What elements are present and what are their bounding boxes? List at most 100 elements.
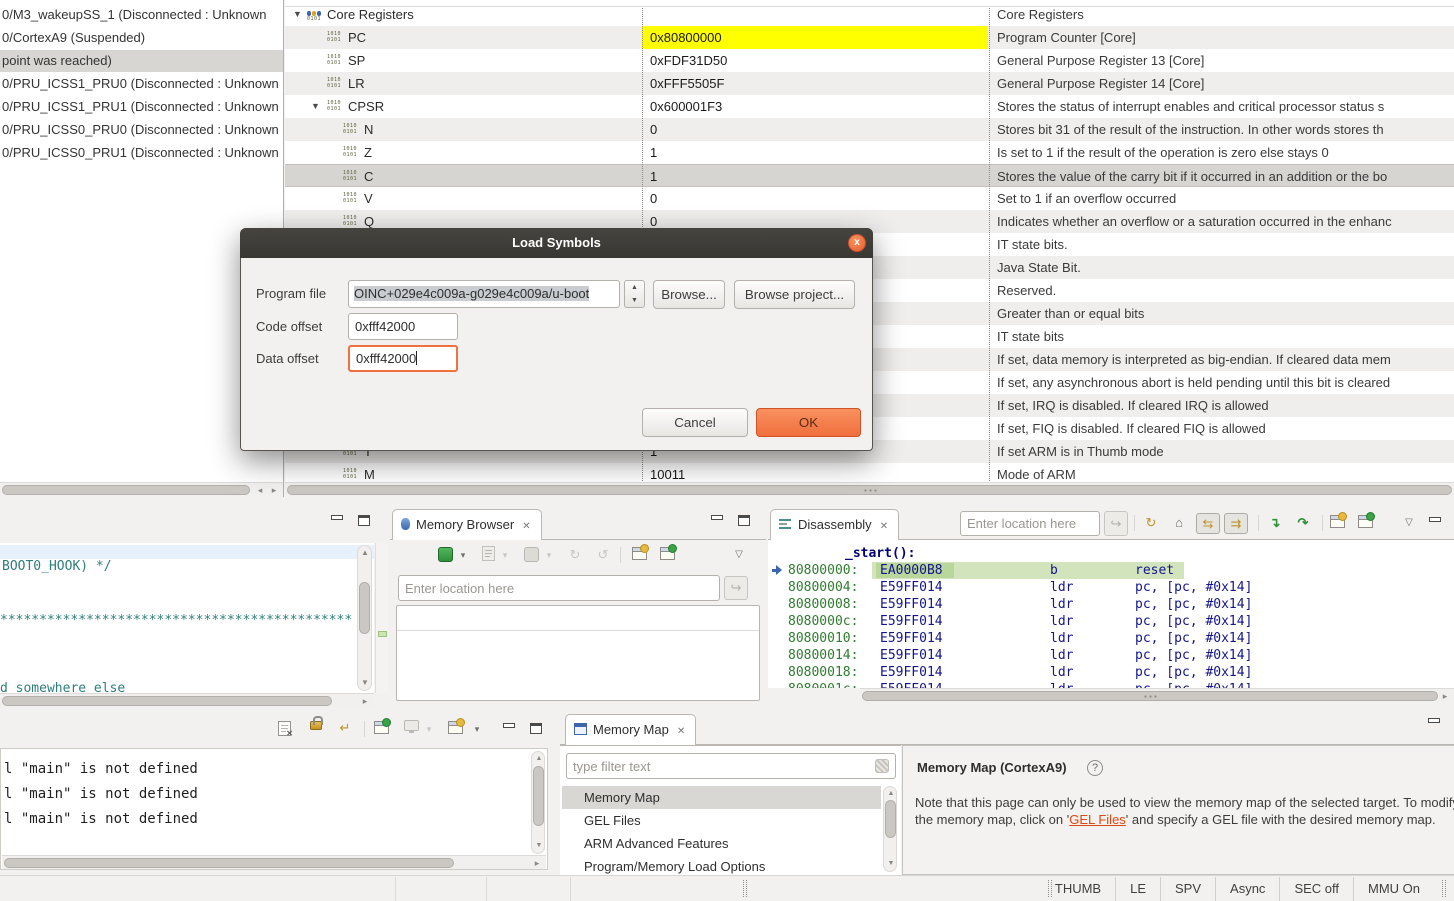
- maximize-icon[interactable]: [358, 515, 370, 526]
- debug-target-row[interactable]: 0/PRU_ICSS0_PRU1 (Disconnected : Unknown: [0, 142, 283, 164]
- close-tab-icon[interactable]: ✕: [880, 521, 888, 532]
- scroll-thumb[interactable]: [533, 766, 544, 826]
- register-row-c[interactable]: 10100101C1Stores the value of the carry …: [285, 164, 1454, 187]
- scroll-thumb[interactable]: [4, 858, 454, 868]
- scroll-lock-icon[interactable]: [310, 721, 322, 730]
- debug-target-row[interactable]: point was reached): [0, 50, 283, 72]
- debug-target-row[interactable]: 0/PRU_ICSS1_PRU1 (Disconnected : Unknown: [0, 96, 283, 118]
- expand-triangle-icon[interactable]: ▼: [311, 95, 320, 118]
- register-row-v[interactable]: 10100101V0Set to 1 if an overflow occurr…: [285, 187, 1454, 210]
- home-icon[interactable]: [1170, 514, 1188, 532]
- minimize-icon[interactable]: [710, 515, 723, 526]
- console-output[interactable]: l "main" is not definedl "main" is not d…: [0, 748, 548, 870]
- browse-button[interactable]: Browse...: [653, 280, 725, 309]
- filter-input[interactable]: [566, 753, 896, 779]
- scroll-thumb[interactable]: [862, 691, 1438, 701]
- scroll-thumb[interactable]: [885, 800, 896, 838]
- disassembly-row[interactable]: 8080001c:E59FF014ldrpc, [pc, #0x14]: [768, 681, 1454, 688]
- scroll-thumb[interactable]: [359, 582, 370, 634]
- register-row-z[interactable]: 10100101Z1Is set to 1 if the result of t…: [285, 141, 1454, 164]
- close-dialog-icon[interactable]: x: [848, 234, 866, 252]
- debug-panel-hscrollbar[interactable]: [0, 482, 283, 497]
- follow-pc-toggle-icon[interactable]: [1224, 513, 1248, 534]
- view-menu-icon[interactable]: [1400, 514, 1418, 532]
- debug-target-row[interactable]: 0/CortexA9 (Suspended): [0, 27, 283, 49]
- scroll-thumb[interactable]: [287, 485, 1452, 495]
- new-tab-icon[interactable]: [632, 547, 647, 560]
- maximize-icon[interactable]: [530, 723, 542, 734]
- location-input[interactable]: [398, 575, 720, 601]
- memory-map-section-arm-advanced-features[interactable]: ARM Advanced Features: [562, 832, 881, 855]
- minimize-icon[interactable]: [1428, 517, 1441, 528]
- statusbar-drag-handle[interactable]: [743, 880, 747, 897]
- pin-view-icon[interactable]: [660, 547, 675, 560]
- editor-hscrollbar[interactable]: [0, 693, 374, 707]
- load-memory-dropdown-icon[interactable]: [458, 546, 468, 564]
- memory-map-section-gel-files[interactable]: GEL Files: [562, 809, 881, 832]
- code-offset-input[interactable]: [348, 313, 458, 340]
- debug-target-row[interactable]: 0/PRU_ICSS0_PRU0 (Disconnected : Unknown: [0, 119, 283, 141]
- ok-button[interactable]: OK: [756, 408, 861, 437]
- memory-map-section-memory-map[interactable]: Memory Map: [562, 786, 881, 809]
- scroll-thumb[interactable]: [2, 696, 332, 706]
- step-return-icon[interactable]: [1294, 514, 1312, 532]
- scroll-right-arrow-icon[interactable]: [1438, 689, 1452, 703]
- scroll-right-arrow-icon[interactable]: [267, 483, 281, 497]
- help-icon[interactable]: ?: [1087, 760, 1103, 776]
- scroll-right-arrow-icon[interactable]: [530, 856, 544, 870]
- load-memory-icon[interactable]: [438, 547, 453, 562]
- disassembly-row[interactable]: 80800018:E59FF014ldrpc, [pc, #0x14]: [768, 664, 1454, 681]
- close-tab-icon[interactable]: ✕: [522, 521, 530, 532]
- sync-with-pc-toggle-icon[interactable]: [1196, 513, 1220, 534]
- registers-hscrollbar[interactable]: [285, 482, 1454, 497]
- word-wrap-icon[interactable]: [336, 719, 354, 737]
- close-tab-icon[interactable]: ✕: [677, 726, 685, 737]
- step-into-icon[interactable]: [1266, 514, 1284, 532]
- minimize-icon[interactable]: [1427, 718, 1440, 729]
- scroll-right-arrow-icon[interactable]: [358, 694, 372, 708]
- view-menu-icon[interactable]: [730, 546, 748, 564]
- pin-console-icon[interactable]: [374, 721, 389, 734]
- clear-filter-icon[interactable]: [875, 759, 889, 773]
- debug-target-row[interactable]: 0/M3_wakeupSS_1 (Disconnected : Unknown: [0, 4, 283, 26]
- disassembly-row[interactable]: 80800008:E59FF014ldrpc, [pc, #0x14]: [768, 596, 1454, 613]
- register-row-n[interactable]: 10100101N0Stores bit 31 of the result of…: [285, 118, 1454, 141]
- debug-target-row[interactable]: 0/PRU_ICSS1_PRU0 (Disconnected : Unknown: [0, 73, 283, 95]
- new-view-icon[interactable]: [1330, 515, 1345, 528]
- console-hscrollbar[interactable]: [2, 855, 546, 869]
- browse-project-button[interactable]: Browse project...: [734, 280, 855, 309]
- disassembly-row[interactable]: 8080000c:E59FF014ldrpc, [pc, #0x14]: [768, 613, 1454, 630]
- disassembly-row[interactable]: 80800014:E59FF014ldrpc, [pc, #0x14]: [768, 647, 1454, 664]
- gel-files-link[interactable]: GEL Files: [1069, 812, 1126, 827]
- register-row-lr[interactable]: 10100101LR0xFFF5505FGeneral Purpose Regi…: [285, 72, 1454, 95]
- open-console-dropdown-icon[interactable]: [472, 720, 482, 738]
- disassembly-row[interactable]: 80800010:E59FF014ldrpc, [pc, #0x14]: [768, 630, 1454, 647]
- tab-memory-map[interactable]: Memory Map✕: [565, 714, 696, 745]
- cancel-button[interactable]: Cancel: [642, 408, 748, 437]
- editor-overview-ruler[interactable]: [375, 543, 388, 693]
- register-row-core-registers[interactable]: ▼0101Core RegistersCore Registers: [285, 3, 1454, 26]
- tab-memory-browser[interactable]: Memory Browser✕: [392, 509, 542, 540]
- scroll-thumb[interactable]: [2, 485, 250, 495]
- disassembly-hscrollbar[interactable]: [860, 688, 1454, 702]
- data-offset-input[interactable]: 0xfff42000: [348, 345, 458, 372]
- disassembly-location-input[interactable]: [960, 511, 1100, 536]
- description-column-separator[interactable]: [989, 8, 990, 481]
- sidebar-vscrollbar[interactable]: ▲ ▼: [883, 786, 897, 872]
- editor-vscrollbar[interactable]: ▲ ▼: [357, 545, 372, 691]
- disassembly-row[interactable]: 80800004:E59FF014ldrpc, [pc, #0x14]: [768, 579, 1454, 596]
- maximize-icon[interactable]: [738, 515, 750, 526]
- disassembly-row[interactable]: 80800000:EA0000B8breset: [768, 562, 1454, 579]
- editor-annotation-marker[interactable]: [378, 631, 387, 637]
- clear-console-icon[interactable]: [278, 721, 291, 736]
- register-row-sp[interactable]: 10100101SP0xFDF31D50General Purpose Regi…: [285, 49, 1454, 72]
- source-editor[interactable]: BOOT0_HOOK) */ *************************…: [0, 543, 374, 693]
- tab-disassembly[interactable]: Disassembly✕: [770, 509, 899, 540]
- open-console-icon[interactable]: [448, 721, 463, 734]
- program-file-spinner[interactable]: ▲▼: [624, 280, 645, 308]
- pin-view-icon[interactable]: [1358, 515, 1373, 528]
- refresh-view-icon[interactable]: [1142, 514, 1160, 532]
- console-vscrollbar[interactable]: ▲ ▼: [531, 751, 545, 854]
- expand-triangle-icon[interactable]: ▼: [293, 3, 302, 26]
- disassembly-content[interactable]: _start(): 80800000:EA0000B8breset8080000…: [768, 540, 1454, 688]
